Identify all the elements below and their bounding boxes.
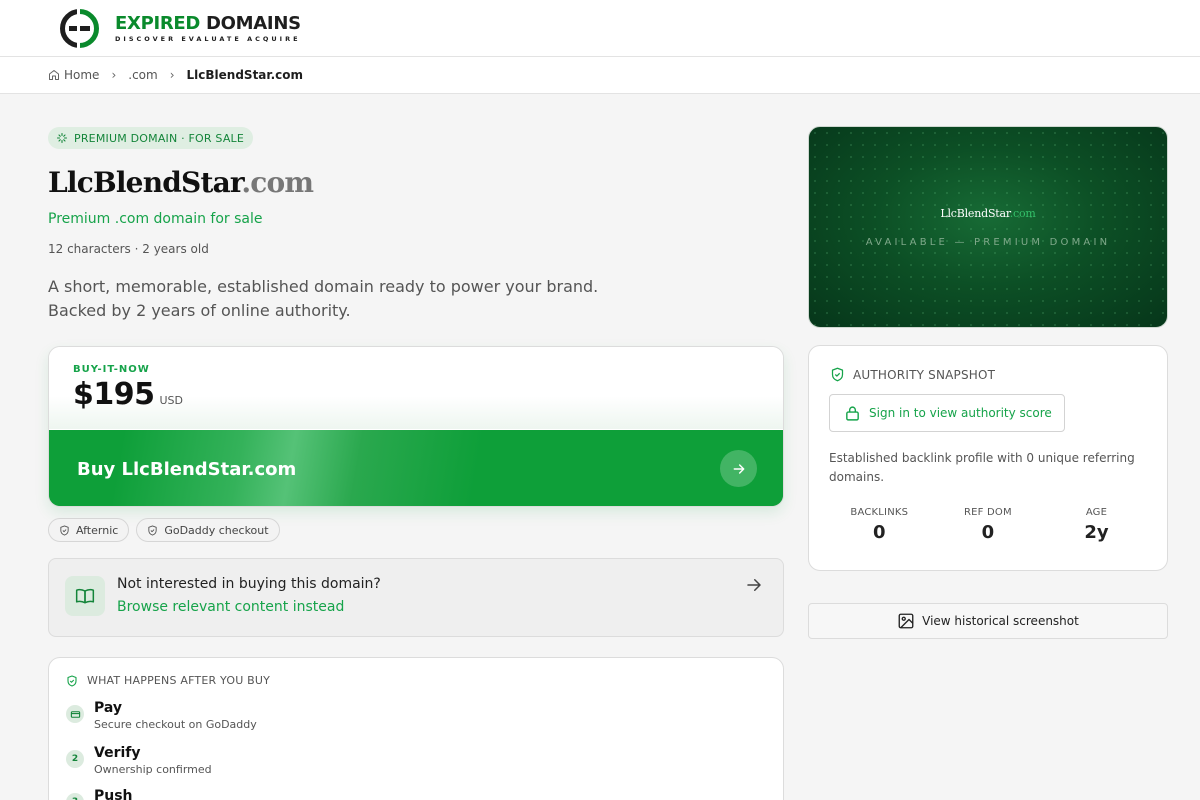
browse-question: Not interested in buying this domain? bbox=[117, 576, 381, 592]
stat-value: 0 bbox=[873, 522, 886, 543]
shield-icon bbox=[60, 524, 69, 536]
domain-description: A short, memorable, established domain r… bbox=[48, 277, 599, 320]
buy-card: BUY-IT-NOW $195 USD Buy LlcBlendStar.com bbox=[48, 346, 784, 507]
stat-label: REF DOM bbox=[963, 507, 1012, 518]
logo-tagline: DISCOVER EVALUATE ACQUIRE bbox=[115, 34, 301, 43]
view-history-button[interactable]: View historical screenshot bbox=[808, 603, 1168, 639]
preview-tagline: AVAILABLE — PREMIUM DOMAIN bbox=[865, 237, 1111, 248]
after-purchase-heading: WHAT HAPPENS AFTER YOU BUY bbox=[66, 674, 270, 687]
buy-button[interactable]: Buy LlcBlendStar.com bbox=[49, 430, 783, 506]
authority-heading: AUTHORITY SNAPSHOT bbox=[830, 367, 995, 382]
arrow-right-icon bbox=[720, 450, 757, 487]
pill-afternic-label: Afternic bbox=[76, 523, 119, 537]
logo-word-domains: DOMAINS bbox=[206, 12, 301, 34]
breadcrumb-home-label: Home bbox=[64, 68, 100, 82]
after-purchase-heading-label: WHAT HAPPENS AFTER YOU BUY bbox=[87, 674, 271, 687]
browse-link[interactable]: Browse relevant content instead bbox=[117, 599, 344, 615]
chevron-right-icon: › bbox=[111, 68, 117, 82]
breadcrumb-tld[interactable]: .com bbox=[128, 68, 157, 82]
shield-check-icon bbox=[831, 367, 844, 382]
home-icon bbox=[49, 70, 59, 80]
stat-age: AGE 2y bbox=[1042, 507, 1151, 543]
signin-button[interactable]: Sign in to view authority score bbox=[829, 394, 1065, 432]
domain-meta: 12 characters · 2 years old bbox=[48, 242, 209, 256]
preview-domain-name: LlcBlendStar.com bbox=[809, 207, 1167, 220]
browse-content-card[interactable]: Not interested in buying this domain? Br… bbox=[48, 558, 784, 637]
stat-value: 2y bbox=[1084, 522, 1109, 543]
pill-godaddy-label: GoDaddy checkout bbox=[164, 523, 269, 537]
domain-preview: LlcBlendStar.com AVAILABLE — PREMIUM DOM… bbox=[808, 126, 1168, 328]
step-subtitle: Ownership confirmed bbox=[94, 763, 212, 776]
preview-tld: .com bbox=[1009, 207, 1036, 220]
view-history-label: View historical screenshot bbox=[922, 614, 1079, 628]
authority-stats: BACKLINKS 0 REF DOM 0 AGE 2y bbox=[825, 507, 1151, 543]
domain-subtitle: Premium .com domain for sale bbox=[48, 211, 263, 227]
currency: USD bbox=[159, 394, 184, 407]
marketplace-pills: Afternic GoDaddy checkout bbox=[48, 518, 280, 542]
price: $195 bbox=[73, 377, 155, 412]
premium-badge: PREMIUM DOMAIN · FOR SALE bbox=[48, 127, 254, 149]
arrow-right-icon bbox=[747, 579, 761, 591]
sparkle-icon bbox=[56, 132, 68, 144]
chevron-right-icon: › bbox=[169, 68, 175, 82]
step-title: Verify bbox=[94, 745, 141, 761]
preview-name: LlcBlendStar bbox=[940, 207, 1010, 220]
stat-label: BACKLINKS bbox=[850, 507, 909, 518]
top-bar: EXPIRED DOMAINS DISCOVER EVALUATE ACQUIR… bbox=[0, 0, 1200, 57]
stat-value: 0 bbox=[981, 522, 995, 543]
stat-backlinks: BACKLINKS 0 bbox=[825, 507, 934, 543]
shield-icon bbox=[148, 524, 157, 536]
authority-heading-label: AUTHORITY SNAPSHOT bbox=[853, 367, 996, 382]
card-icon bbox=[66, 705, 84, 723]
breadcrumb: Home › .com › LlcBlendStar.com bbox=[0, 57, 1200, 94]
step-push: 3 Push bbox=[66, 788, 133, 800]
authority-card: AUTHORITY SNAPSHOT Sign in to view autho… bbox=[808, 345, 1168, 571]
shield-check-icon bbox=[67, 674, 77, 687]
after-purchase-card: WHAT HAPPENS AFTER YOU BUY Pay Secure ch… bbox=[48, 657, 784, 800]
domain-title: LlcBlendStar.com bbox=[48, 166, 314, 199]
step-number: 3 bbox=[66, 793, 84, 800]
stat-ref-dom: REF DOM 0 bbox=[934, 507, 1043, 543]
premium-badge-label: PREMIUM DOMAIN · FOR SALE bbox=[74, 131, 245, 145]
book-open-icon bbox=[65, 576, 105, 616]
step-number: 2 bbox=[66, 750, 84, 768]
site-logo[interactable]: EXPIRED DOMAINS DISCOVER EVALUATE ACQUIR… bbox=[56, 9, 301, 48]
domain-tld: .com bbox=[241, 166, 314, 199]
buy-it-now-label: BUY-IT-NOW bbox=[73, 364, 150, 375]
breadcrumb-current: LlcBlendStar.com bbox=[186, 68, 304, 82]
authority-description: Established backlink profile with 0 uniq… bbox=[829, 451, 1135, 484]
logo-mark-icon bbox=[56, 9, 99, 48]
buy-button-label: Buy LlcBlendStar.com bbox=[77, 458, 297, 480]
image-icon bbox=[898, 613, 914, 629]
signin-button-label: Sign in to view authority score bbox=[869, 406, 1052, 420]
stat-label: AGE bbox=[1085, 507, 1108, 518]
pill-godaddy: GoDaddy checkout bbox=[136, 518, 280, 542]
lock-icon bbox=[846, 405, 859, 421]
step-verify: 2 Verify Ownership confirmed bbox=[66, 745, 212, 776]
step-title: Pay bbox=[94, 700, 123, 716]
domain-name: LlcBlendStar bbox=[48, 166, 242, 199]
step-pay: Pay Secure checkout on GoDaddy bbox=[66, 700, 257, 731]
pill-afternic: Afternic bbox=[48, 518, 130, 542]
breadcrumb-home[interactable]: Home bbox=[48, 68, 99, 82]
step-title: Push bbox=[94, 788, 133, 800]
step-subtitle: Secure checkout on GoDaddy bbox=[94, 718, 257, 731]
logo-word-expired: EXPIRED bbox=[115, 12, 201, 34]
